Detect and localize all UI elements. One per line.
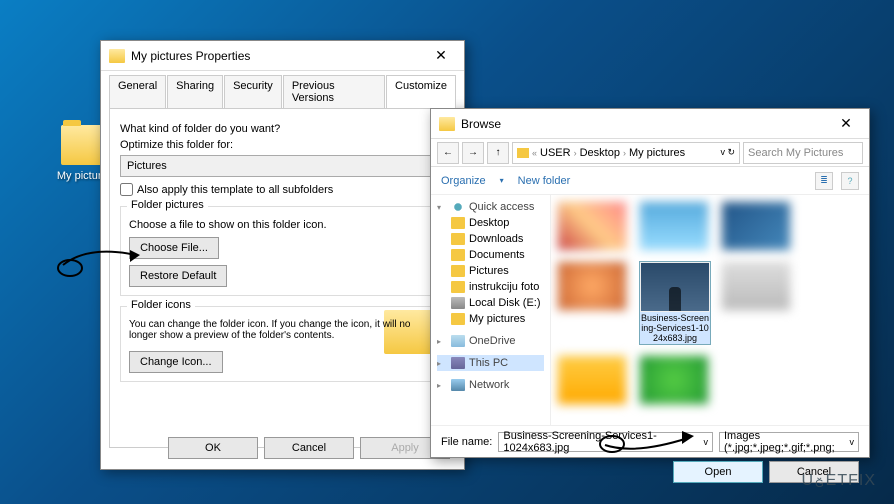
browse-titlebar: Browse ✕ bbox=[431, 109, 869, 139]
change-icon-button[interactable]: Change Icon... bbox=[129, 351, 223, 373]
filetype-dropdown[interactable]: Images (*.jpg;*.jpeg;*.gif;*.png;v bbox=[719, 432, 859, 452]
file-thumb-selected[interactable]: Business-Screening-Services1-1024x683.jp… bbox=[639, 261, 711, 345]
optimize-sublabel: Optimize this folder for: bbox=[120, 139, 445, 151]
tab-customize-content: What kind of folder do you want? Optimiz… bbox=[109, 108, 456, 448]
folder-icon bbox=[517, 148, 529, 158]
breadcrumb-desktop[interactable]: Desktop bbox=[580, 147, 620, 159]
tab-previous-versions[interactable]: Previous Versions bbox=[283, 75, 385, 108]
file-thumb[interactable] bbox=[639, 355, 711, 405]
tab-customize[interactable]: Customize bbox=[386, 75, 456, 108]
folder-pictures-group: Folder pictures Choose a file to show on… bbox=[120, 206, 445, 296]
optimize-dropdown[interactable]: Pictures bbox=[120, 155, 445, 177]
forward-button[interactable]: → bbox=[462, 142, 484, 164]
back-button[interactable]: ← bbox=[437, 142, 459, 164]
tab-sharing[interactable]: Sharing bbox=[167, 75, 223, 108]
tab-general[interactable]: General bbox=[109, 75, 166, 108]
help-icon[interactable]: ? bbox=[841, 172, 859, 190]
browse-sidebar: ▾Quick access Desktop Downloads Document… bbox=[431, 195, 551, 425]
up-button[interactable]: ↑ bbox=[487, 142, 509, 164]
sidebar-item-desktop[interactable]: Desktop bbox=[437, 215, 544, 231]
new-folder-button[interactable]: New folder bbox=[518, 175, 571, 187]
tab-security[interactable]: Security bbox=[224, 75, 282, 108]
file-thumb-label: Business-Screening-Services1-1024x683.jp… bbox=[640, 314, 710, 344]
sidebar-quick-access[interactable]: ▾Quick access bbox=[437, 199, 544, 215]
organize-menu[interactable]: Organize bbox=[441, 175, 486, 187]
folder-icons-group: Folder icons You can change the folder i… bbox=[120, 306, 445, 382]
file-thumb[interactable] bbox=[557, 201, 629, 251]
watermark: U⌄GETFIX bbox=[802, 472, 876, 490]
view-icon[interactable]: ≣ bbox=[815, 172, 833, 190]
sidebar-item-instrukciju[interactable]: instrukciju foto bbox=[437, 279, 544, 295]
folder-icon bbox=[439, 117, 455, 131]
sidebar-item-documents[interactable]: Documents bbox=[437, 247, 544, 263]
file-thumb[interactable] bbox=[721, 201, 793, 251]
file-thumb[interactable] bbox=[639, 201, 711, 251]
properties-titlebar: My pictures Properties ✕ bbox=[101, 41, 464, 71]
close-icon[interactable]: ✕ bbox=[831, 115, 861, 132]
cancel-button[interactable]: Cancel bbox=[264, 437, 354, 459]
folder-pictures-desc: Choose a file to show on this folder ico… bbox=[129, 219, 436, 231]
properties-title: My pictures Properties bbox=[131, 49, 426, 63]
annotation-pointer bbox=[600, 420, 700, 463]
sidebar-onedrive[interactable]: ▸OneDrive bbox=[437, 333, 544, 349]
file-thumb[interactable] bbox=[721, 261, 793, 345]
file-grid: Business-Screening-Services1-1024x683.jp… bbox=[551, 195, 869, 425]
breadcrumb-mypictures[interactable]: My pictures bbox=[629, 147, 685, 159]
close-icon[interactable]: ✕ bbox=[426, 47, 456, 64]
file-thumb[interactable] bbox=[557, 355, 629, 405]
apply-subfolders-label: Also apply this template to all subfolde… bbox=[137, 184, 333, 196]
breadcrumb[interactable]: « USER› Desktop› My pictures v ↻ bbox=[512, 142, 740, 164]
browse-title: Browse bbox=[461, 117, 831, 131]
sidebar-item-downloads[interactable]: Downloads bbox=[437, 231, 544, 247]
ok-button[interactable]: OK bbox=[168, 437, 258, 459]
properties-tabs: General Sharing Security Previous Versio… bbox=[101, 71, 464, 108]
optimize-value: Pictures bbox=[127, 160, 167, 172]
folder-icons-title: Folder icons bbox=[127, 299, 195, 311]
filename-label: File name: bbox=[441, 436, 492, 448]
folder-pictures-title: Folder pictures bbox=[127, 199, 208, 211]
address-bar: ← → ↑ « USER› Desktop› My pictures v ↻ S… bbox=[431, 139, 869, 167]
sidebar-this-pc[interactable]: ▸This PC bbox=[437, 355, 544, 371]
open-button[interactable]: Open bbox=[673, 461, 763, 483]
folder-preview-icon bbox=[384, 310, 436, 354]
optimize-label: What kind of folder do you want? bbox=[120, 123, 445, 135]
annotation-pointer bbox=[58, 240, 148, 293]
sidebar-item-pictures[interactable]: Pictures bbox=[437, 263, 544, 279]
sidebar-item-mypictures[interactable]: My pictures bbox=[437, 311, 544, 327]
file-thumb[interactable] bbox=[557, 261, 629, 345]
properties-dialog: My pictures Properties ✕ General Sharing… bbox=[100, 40, 465, 470]
sidebar-network[interactable]: ▸Network bbox=[437, 377, 544, 393]
browse-dialog: Browse ✕ ← → ↑ « USER› Desktop› My pictu… bbox=[430, 108, 870, 458]
folder-icon bbox=[109, 49, 125, 63]
breadcrumb-user[interactable]: USER bbox=[540, 147, 571, 159]
browse-toolbar: Organize▾ New folder ≣ ? bbox=[431, 167, 869, 195]
search-input[interactable]: Search My Pictures bbox=[743, 142, 863, 164]
apply-subfolders-checkbox[interactable] bbox=[120, 183, 133, 196]
sidebar-item-localdisk[interactable]: Local Disk (E:) bbox=[437, 295, 544, 311]
filetype-value: Images (*.jpg;*.jpeg;*.gif;*.png; bbox=[724, 430, 850, 454]
search-placeholder: Search My Pictures bbox=[748, 147, 843, 159]
